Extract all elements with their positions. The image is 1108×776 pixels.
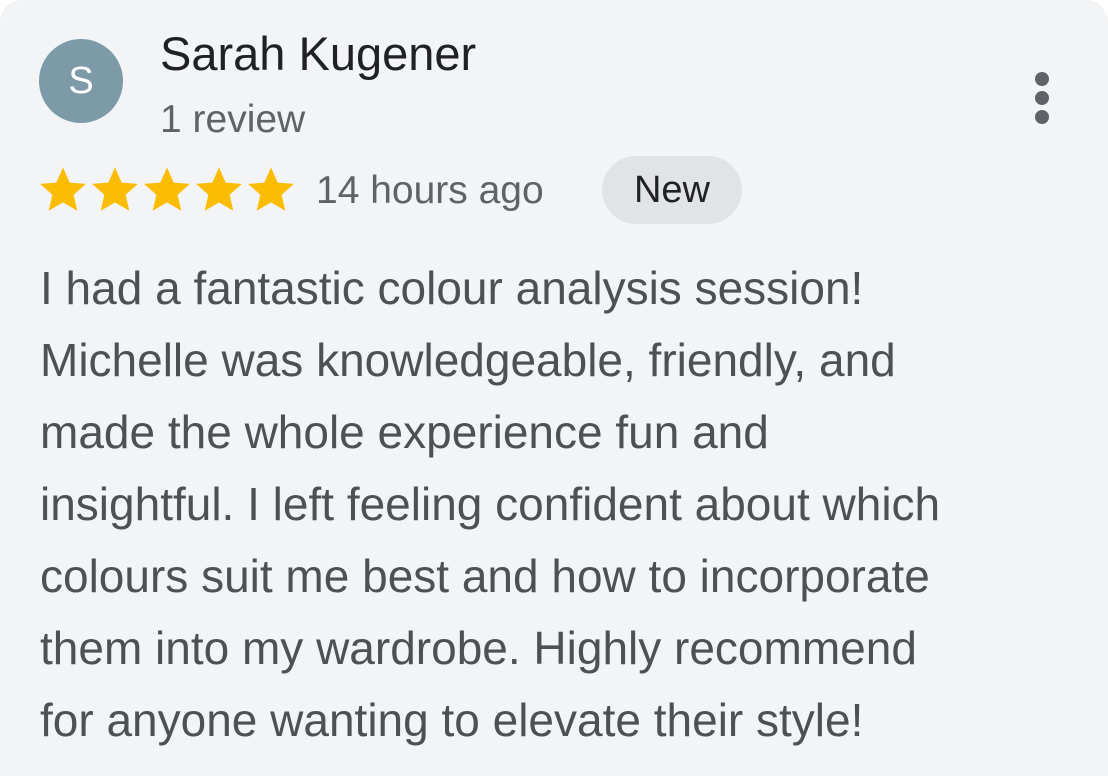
menu-dot bbox=[1035, 110, 1049, 124]
review-text-line: insightful. I left feeling confident abo… bbox=[40, 478, 941, 530]
star-icon bbox=[196, 167, 242, 211]
review-text: I had a fantastic colour analysis sessio… bbox=[40, 252, 1100, 756]
review-text-line: made the whole experience fun and bbox=[40, 406, 769, 458]
review-time: 14 hours ago bbox=[316, 169, 544, 212]
star-icon bbox=[248, 167, 294, 211]
review-text-line: colours suit me best and how to incorpor… bbox=[40, 550, 930, 602]
star-rating bbox=[37, 164, 297, 216]
reviewer-name[interactable]: Sarah Kugener bbox=[160, 26, 476, 82]
review-card: S Sarah Kugener 1 review 14 hours ago Ne… bbox=[0, 0, 1108, 776]
new-badge: New bbox=[602, 156, 742, 224]
menu-dot bbox=[1035, 72, 1049, 86]
avatar[interactable]: S bbox=[39, 39, 123, 123]
menu-dot bbox=[1035, 91, 1049, 105]
star-icon bbox=[144, 167, 190, 211]
review-text-line: Michelle was knowledgeable, friendly, an… bbox=[40, 334, 896, 386]
more-vert-icon[interactable] bbox=[1022, 66, 1062, 130]
star-icon bbox=[92, 167, 138, 211]
review-text-line: I had a fantastic colour analysis sessio… bbox=[40, 262, 864, 314]
reviewer-review-count[interactable]: 1 review bbox=[160, 96, 305, 144]
review-text-line: for anyone wanting to elevate their styl… bbox=[40, 694, 864, 746]
review-text-line: them into my wardrobe. Highly recommend bbox=[40, 622, 917, 674]
star-icon bbox=[40, 167, 86, 211]
